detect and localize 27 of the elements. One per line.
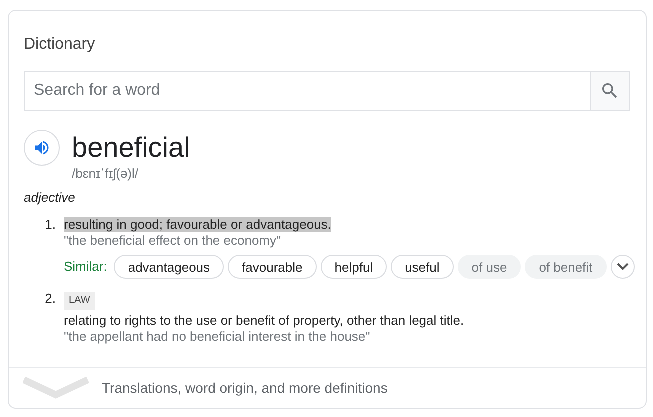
- part-of-speech: adjective: [24, 190, 76, 205]
- card-title: Dictionary: [24, 35, 96, 55]
- synonym-chip[interactable]: useful: [391, 255, 454, 279]
- definition-text: relating to rights to the use or benefit of property, other than legal title.: [64, 313, 464, 328]
- definition-number: 2.: [44, 291, 57, 308]
- pronounce-button[interactable]: [24, 130, 60, 166]
- similar-label: Similar:: [64, 259, 108, 275]
- example-text: "the appellant had no beneficial interest in the house": [64, 329, 372, 345]
- speaker-icon: [33, 139, 51, 157]
- domain-label: LAW: [64, 292, 96, 310]
- chevron-down-icon: [23, 377, 89, 399]
- synonym-chip[interactable]: of benefit: [525, 255, 607, 279]
- expand-button[interactable]: [610, 255, 635, 279]
- synonym-chip[interactable]: favourable: [228, 255, 317, 279]
- example-text: "the beneficial effect on the economy": [64, 233, 282, 249]
- search-icon: [600, 81, 620, 101]
- headword: beneficial: [72, 131, 190, 165]
- chevron-down-icon: [616, 263, 629, 271]
- synonym-chip[interactable]: helpful: [320, 255, 388, 279]
- search-field[interactable]: Search for a word: [24, 71, 590, 111]
- synonym-chip[interactable]: of use: [458, 255, 522, 279]
- more-definitions-link[interactable]: Translations, word origin, and more definitions: [102, 380, 388, 396]
- synonym-chip[interactable]: advantageous: [114, 255, 224, 279]
- definition-number: 1.: [44, 217, 57, 234]
- definition-text: resulting in good; favourable or advantageous.: [64, 217, 332, 232]
- search-button[interactable]: [590, 71, 630, 111]
- phonetic-text: /bɛnɪˈfɪʃ(ə)l/: [72, 166, 140, 182]
